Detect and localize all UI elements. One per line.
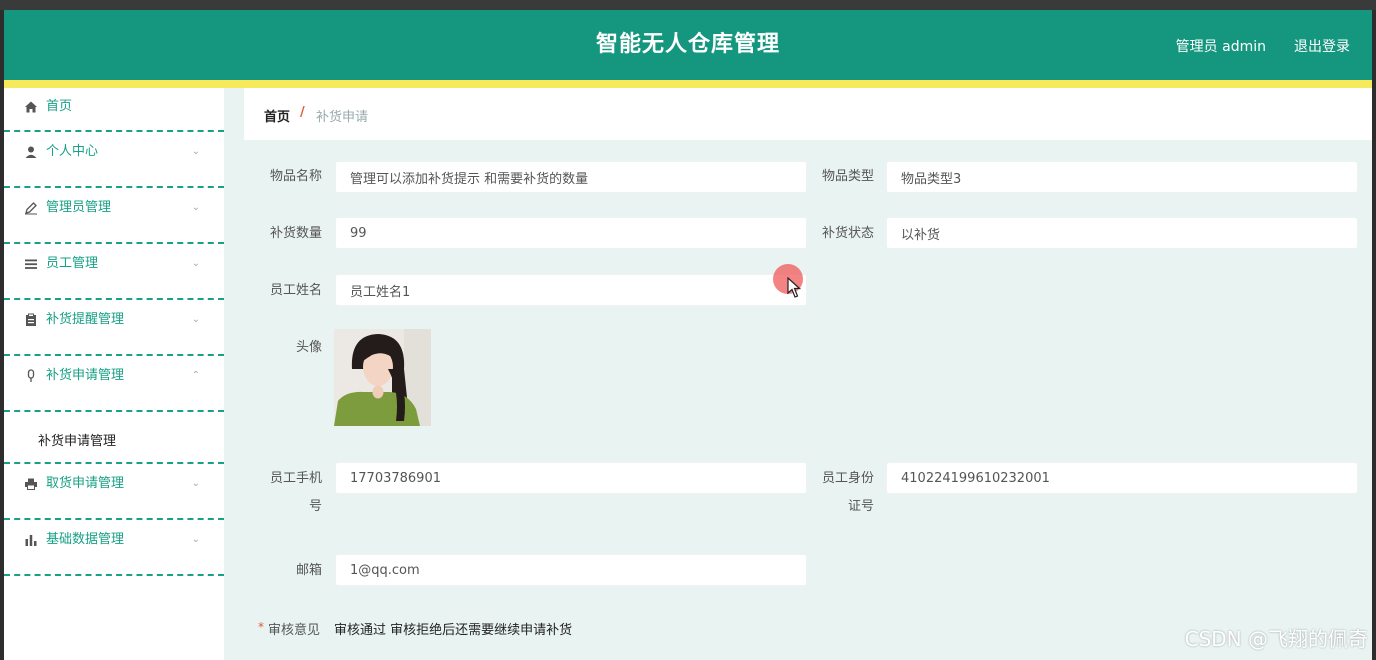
sidebar-item-pickup-request[interactable]: 取货申请管理 ⌄: [4, 464, 224, 520]
sidebar-item-label: 取货申请管理: [46, 476, 125, 491]
breadcrumb-home[interactable]: 首页: [264, 106, 290, 125]
sidebar-item-restock-reminder[interactable]: 补货提醒管理 ⌄: [4, 300, 224, 356]
phone-field[interactable]: [335, 462, 807, 494]
breadcrumb-separator: /: [300, 105, 305, 120]
chevron-down-icon: ⌄: [191, 314, 200, 325]
clipboard-icon: [22, 300, 40, 340]
sidebar-item-label: 补货申请管理: [46, 368, 125, 383]
quantity-label: 补货数量: [269, 226, 322, 241]
top-header: 智能无人仓库管理 管理员 admin 退出登录: [4, 10, 1372, 80]
chevron-down-icon: ⌄: [191, 146, 200, 157]
window-right-strip: [1372, 10, 1376, 660]
sidebar-item-label: 员工管理: [46, 256, 99, 271]
email-label: 邮箱: [295, 563, 322, 578]
employee-name-field[interactable]: [335, 274, 807, 306]
logout-link[interactable]: 退出登录: [1294, 36, 1350, 56]
sidebar-item-restock-request[interactable]: 补货申请管理 ⌃: [4, 356, 224, 412]
mic-icon: [22, 356, 40, 396]
phone-label: 员工手机 号: [262, 470, 322, 516]
printer-icon: [22, 464, 40, 504]
submenu-label: 补货申请管理: [38, 434, 117, 449]
sidebar-item-label: 个人中心: [46, 144, 99, 159]
sidebar-item-home[interactable]: 首页: [4, 88, 224, 132]
home-icon: [22, 88, 40, 128]
submenu-item-restock-request[interactable]: 补货申请管理: [4, 412, 224, 464]
mouse-cursor-icon: [787, 277, 801, 298]
breadcrumb: 首页 / 补货申请: [244, 88, 1372, 140]
item-type-field[interactable]: [886, 161, 1358, 193]
list-icon: [22, 244, 40, 284]
sidebar-item-label: 补货提醒管理: [46, 312, 125, 327]
employee-name-label: 员工姓名: [269, 283, 322, 298]
avatar-image: [334, 329, 431, 426]
review-options[interactable]: 审核通过 审核拒绝后还需要继续申请补货: [334, 619, 572, 638]
id-card-label-line2: 证号: [847, 499, 874, 514]
chevron-down-icon: ⌄: [191, 258, 200, 269]
sidebar-item-base-data[interactable]: 基础数据管理 ⌄: [4, 520, 224, 576]
email-field[interactable]: [335, 554, 807, 586]
status-label: 补货状态: [821, 226, 874, 241]
sidebar-item-profile[interactable]: 个人中心 ⌄: [4, 132, 224, 188]
chevron-down-icon: ⌄: [191, 534, 200, 545]
window-top-strip: [0, 0, 1376, 10]
avatar-label: 头像: [295, 340, 322, 355]
item-type-label: 物品类型: [821, 169, 874, 184]
sidebar: 首页 个人中心 ⌄ 管理员管理 ⌄ 员工管理 ⌄ 补货提醒管理 ⌄ 补货申请管理…: [4, 88, 224, 660]
edit-icon: [22, 188, 40, 228]
id-card-label-line1: 员工身份: [821, 471, 874, 486]
sidebar-item-admin[interactable]: 管理员管理 ⌄: [4, 188, 224, 244]
chevron-down-icon: ⌄: [191, 202, 200, 213]
current-user: 管理员 admin: [1175, 39, 1266, 55]
header-accent-bar: [4, 80, 1372, 88]
review-label: 审核意见: [268, 623, 321, 638]
phone-label-line2: 号: [308, 499, 322, 514]
bar-chart-icon: [22, 520, 40, 560]
sidebar-item-label: 管理员管理: [46, 200, 112, 215]
main-content: 首页 / 补货申请 物品名称 物品类型 补货数量 补货状态 员工姓名 头像 员工…: [244, 88, 1372, 660]
user-icon: [22, 132, 40, 172]
watermark: CSDN @飞翔的佩奇: [1184, 627, 1368, 651]
chevron-up-icon: ⌃: [191, 370, 200, 381]
id-card-label: 员工身份 证号: [814, 470, 874, 516]
breadcrumb-current: 补货申请: [316, 110, 369, 125]
app-title: 智能无人仓库管理: [595, 32, 780, 57]
id-card-field[interactable]: [886, 462, 1358, 494]
sidebar-item-label: 首页: [46, 99, 73, 114]
phone-label-line1: 员工手机: [269, 471, 322, 486]
sidebar-item-employee[interactable]: 员工管理 ⌄: [4, 244, 224, 300]
item-name-label: 物品名称: [269, 169, 322, 184]
status-field[interactable]: [886, 217, 1358, 249]
sidebar-item-label: 基础数据管理: [46, 532, 125, 547]
chevron-down-icon: ⌄: [191, 478, 200, 489]
item-name-field[interactable]: [335, 161, 807, 193]
quantity-field[interactable]: [335, 217, 807, 249]
required-marker: *: [258, 620, 264, 634]
